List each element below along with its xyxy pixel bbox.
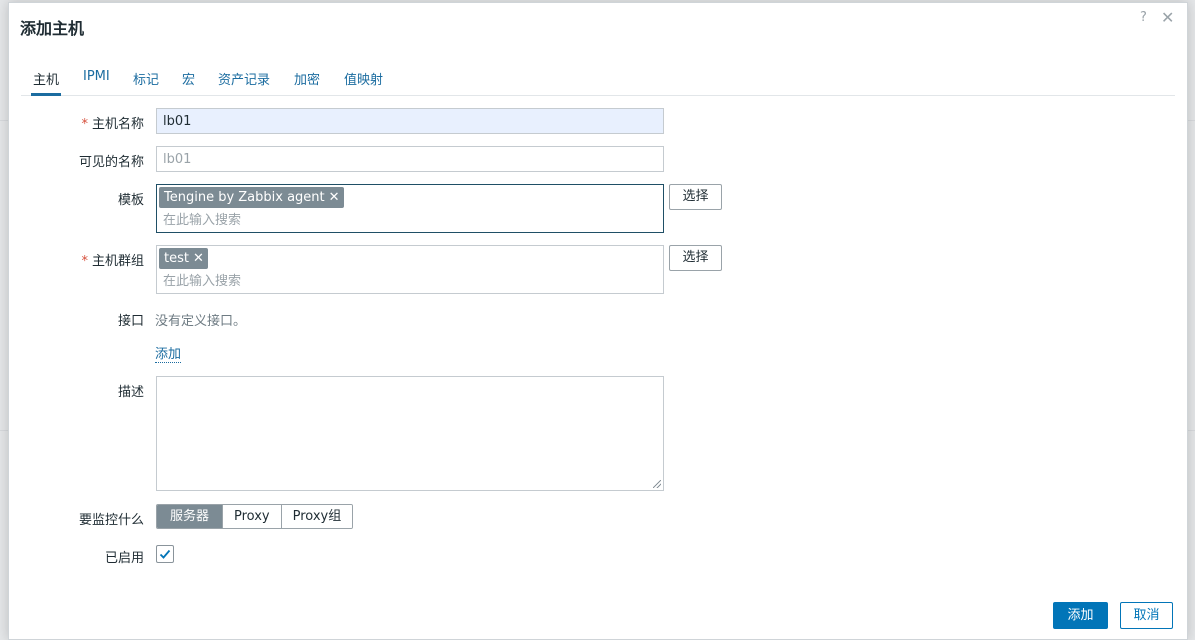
monitored-by-label: 要监控什么 (78, 513, 144, 528)
tab-macros[interactable]: 宏 (180, 69, 197, 96)
visible-name-input[interactable] (156, 146, 664, 172)
monitored-by-proxy-group[interactable]: Proxy组 (280, 505, 353, 528)
dialog-title: 添加主机 (20, 19, 85, 38)
description-label: 描述 (117, 385, 144, 400)
description-textarea[interactable] (156, 376, 664, 491)
monitored-by-radio-group: 服务器 Proxy Proxy组 (156, 504, 354, 529)
chip-remove-icon[interactable]: ✕ (329, 190, 340, 205)
templates-search-input[interactable] (163, 211, 653, 229)
hostname-input[interactable] (156, 108, 664, 134)
tab-encryption[interactable]: 加密 (292, 69, 322, 96)
monitored-by-server[interactable]: 服务器 (157, 505, 223, 528)
no-interfaces-text: 没有定义接口。 (155, 314, 247, 329)
tab-host[interactable]: 主机 (31, 69, 62, 96)
add-button[interactable]: 添加 (1053, 602, 1108, 629)
enabled-label: 已启用 (104, 551, 144, 566)
add-interface-link[interactable]: 添加 (155, 343, 182, 363)
template-chip: Tengine by Zabbix agent ✕ (159, 187, 344, 208)
host-groups-label: * 主机群组 (81, 254, 144, 269)
host-groups-search-input[interactable] (163, 272, 653, 290)
resize-grip-icon[interactable] (653, 480, 661, 488)
enabled-checkbox[interactable] (156, 545, 174, 563)
help-icon[interactable]: ? (1140, 10, 1147, 25)
host-groups-multiselect[interactable]: test ✕ (156, 245, 664, 294)
visible-name-label: 可见的名称 (78, 155, 144, 170)
tab-inventory[interactable]: 资产记录 (216, 69, 272, 96)
host-group-chip: test ✕ (159, 248, 208, 269)
tab-bar: 主机 IPMI 标记 宏 资产记录 加密 值映射 (21, 67, 1175, 96)
templates-select-button[interactable]: 选择 (669, 184, 722, 210)
templates-label: 模板 (117, 193, 144, 208)
add-host-dialog: 添加主机 ? ✕ 主机 IPMI 标记 宏 资产记录 加密 值映射 * 主机名称 … (8, 2, 1188, 640)
interfaces-label: 接口 (117, 314, 144, 329)
monitored-by-proxy[interactable]: Proxy (222, 505, 281, 528)
required-mark: * (81, 254, 88, 269)
tab-ipmi[interactable]: IPMI (81, 69, 112, 96)
required-mark: * (81, 117, 88, 132)
close-icon[interactable]: ✕ (1161, 8, 1174, 27)
tab-tags[interactable]: 标记 (131, 69, 161, 96)
hostname-label: * 主机名称 (81, 117, 144, 132)
templates-multiselect[interactable]: Tengine by Zabbix agent ✕ (156, 184, 664, 233)
host-groups-select-button[interactable]: 选择 (669, 245, 722, 271)
cancel-button[interactable]: 取消 (1120, 602, 1173, 629)
tab-value-mapping[interactable]: 值映射 (342, 69, 385, 96)
checkmark-icon (159, 549, 171, 559)
chip-remove-icon[interactable]: ✕ (193, 251, 204, 266)
